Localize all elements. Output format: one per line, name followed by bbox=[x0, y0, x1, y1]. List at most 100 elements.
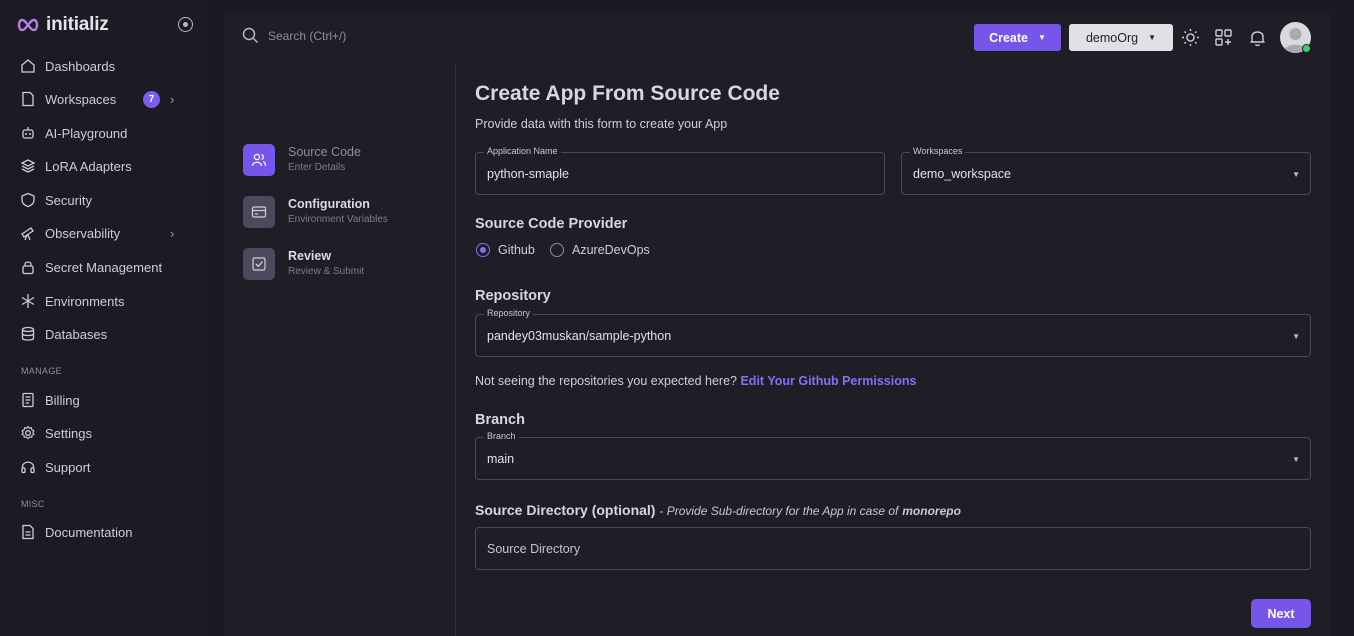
source-directory-input[interactable]: Source Directory bbox=[475, 527, 1311, 570]
file-icon bbox=[22, 91, 34, 107]
document-icon bbox=[22, 524, 34, 540]
chevron-right-icon[interactable]: › bbox=[170, 226, 174, 241]
radio-selected-icon bbox=[476, 243, 490, 257]
field-value: main bbox=[487, 452, 515, 466]
sidebar-item-label: AI-Playground bbox=[45, 125, 128, 141]
sidebar-item-documentation[interactable]: Documentation bbox=[20, 520, 190, 544]
workspaces-count-badge: 7 bbox=[143, 90, 160, 108]
sidebar-collapse-button[interactable] bbox=[178, 17, 193, 32]
users-icon bbox=[243, 144, 275, 176]
sidebar-item-billing[interactable]: Billing bbox=[20, 388, 190, 412]
repository-select[interactable]: Repository pandey03muskan/sample-python … bbox=[475, 308, 1311, 357]
snowflake-icon bbox=[21, 294, 35, 308]
field-value: demo_workspace bbox=[913, 167, 1011, 181]
step-source-code[interactable]: Source Code Enter Details bbox=[243, 144, 361, 176]
online-status-dot bbox=[1302, 44, 1311, 53]
branch-heading: Branch bbox=[475, 412, 525, 428]
robot-icon bbox=[22, 127, 34, 139]
sidebar-item-databases[interactable]: Databases bbox=[20, 322, 190, 346]
sidebar-item-security[interactable]: Security bbox=[20, 188, 190, 212]
sidebar-item-support[interactable]: Support bbox=[20, 455, 190, 479]
topbar: Search (Ctrl+/) Create ▼ demoOrg ▼ bbox=[224, 12, 1330, 64]
workspaces-select[interactable]: Workspaces demo_workspace ▼ bbox=[901, 146, 1311, 195]
step-title: Review bbox=[288, 249, 332, 263]
radio-unselected-icon bbox=[550, 243, 564, 257]
check-square-icon bbox=[243, 248, 275, 280]
search-bar[interactable]: Search (Ctrl+/) bbox=[242, 27, 346, 44]
sidebar-item-lora-adapters[interactable]: LoRA Adapters bbox=[20, 154, 190, 178]
sidebar-section-manage: MANAGE bbox=[21, 366, 62, 376]
provider-heading: Source Code Provider bbox=[475, 216, 628, 232]
sidebar-item-environments[interactable]: Environments bbox=[20, 289, 190, 313]
main-panel: Search (Ctrl+/) Create ▼ demoOrg ▼ Sourc… bbox=[224, 12, 1330, 636]
next-button[interactable]: Next bbox=[1251, 599, 1311, 628]
repository-heading: Repository bbox=[475, 288, 551, 304]
sidebar-item-label: Settings bbox=[45, 425, 92, 441]
field-value: pandey03muskan/sample-python bbox=[487, 329, 672, 343]
sidebar: initializ Dashboards Workspaces 7 › AI-P… bbox=[0, 0, 206, 636]
field-label: Application Name bbox=[484, 146, 561, 156]
source-directory-note: - Provide Sub-directory for the App in c… bbox=[659, 504, 899, 518]
sidebar-item-label: Billing bbox=[45, 392, 80, 408]
source-directory-note-bold: monorepo bbox=[902, 504, 961, 518]
page-subtitle: Provide data with this form to create yo… bbox=[475, 117, 728, 131]
field-placeholder: Source Directory bbox=[487, 542, 581, 556]
receipt-icon bbox=[22, 392, 34, 408]
sidebar-item-workspaces[interactable]: Workspaces 7 › bbox=[20, 87, 190, 111]
sun-icon[interactable] bbox=[1181, 28, 1200, 47]
repo-hint: Not seeing the repositories you expected… bbox=[475, 374, 916, 388]
radio-label: Github bbox=[498, 243, 535, 257]
branch-select[interactable]: Branch main ▼ bbox=[475, 431, 1311, 480]
search-icon bbox=[242, 27, 259, 44]
field-label: Branch bbox=[484, 431, 519, 441]
gear-icon bbox=[21, 425, 35, 440]
step-title: Source Code bbox=[288, 145, 361, 159]
sidebar-item-ai-playground[interactable]: AI-Playground bbox=[20, 121, 190, 145]
sidebar-item-label: Workspaces bbox=[45, 91, 117, 107]
caret-down-icon: ▼ bbox=[1292, 170, 1300, 179]
step-configuration[interactable]: Configuration Environment Variables bbox=[243, 196, 388, 228]
radio-azuredevops[interactable]: AzureDevOps bbox=[550, 243, 650, 257]
step-subtitle: Environment Variables bbox=[288, 214, 388, 225]
home-icon bbox=[21, 59, 35, 73]
caret-down-icon: ▼ bbox=[1292, 455, 1300, 464]
sidebar-item-label: Security bbox=[45, 192, 92, 208]
step-review[interactable]: Review Review & Submit bbox=[243, 248, 364, 280]
sidebar-item-secret-management[interactable]: Secret Management bbox=[20, 255, 190, 279]
sidebar-item-label: Support bbox=[45, 459, 91, 475]
edit-github-permissions-link[interactable]: Edit Your Github Permissions bbox=[740, 374, 916, 388]
create-app-form: Create App From Source Code Provide data… bbox=[475, 82, 1311, 628]
caret-down-icon: ▼ bbox=[1038, 33, 1046, 42]
org-selector[interactable]: demoOrg ▼ bbox=[1069, 24, 1173, 51]
telescope-icon bbox=[21, 227, 34, 241]
sidebar-item-label: Dashboards bbox=[45, 58, 116, 74]
field-value: python-smaple bbox=[487, 167, 569, 181]
step-subtitle: Review & Submit bbox=[288, 266, 365, 277]
step-subtitle: Enter Details bbox=[288, 162, 346, 173]
field-label: Repository bbox=[484, 308, 534, 318]
headset-icon bbox=[21, 461, 35, 474]
search-placeholder: Search (Ctrl+/) bbox=[268, 28, 347, 43]
sidebar-item-settings[interactable]: Settings bbox=[20, 421, 190, 445]
database-icon bbox=[21, 326, 35, 341]
radio-github[interactable]: Github bbox=[476, 243, 535, 257]
step-title: Configuration bbox=[288, 197, 370, 211]
app-name: initializ bbox=[46, 14, 109, 35]
radio-label: AzureDevOps bbox=[572, 243, 650, 257]
apps-grid-icon[interactable] bbox=[1214, 28, 1233, 47]
logo[interactable]: initializ bbox=[16, 14, 109, 36]
sidebar-item-label: Secret Management bbox=[45, 259, 163, 275]
sidebar-item-dashboards[interactable]: Dashboards bbox=[20, 54, 190, 78]
infinity-logo-icon bbox=[17, 18, 39, 32]
application-name-field[interactable]: Application Name python-smaple bbox=[475, 146, 885, 195]
create-button[interactable]: Create ▼ bbox=[974, 24, 1061, 51]
layers-icon bbox=[20, 159, 36, 173]
sidebar-item-observability[interactable]: Observability › bbox=[20, 221, 190, 245]
bell-icon[interactable] bbox=[1248, 28, 1267, 47]
sidebar-section-misc: MISC bbox=[21, 499, 45, 509]
chevron-right-icon[interactable]: › bbox=[170, 92, 174, 107]
field-label: Workspaces bbox=[910, 146, 966, 156]
sidebar-item-label: LoRA Adapters bbox=[45, 158, 132, 174]
stepper-divider bbox=[455, 64, 456, 636]
repo-hint-text: Not seeing the repositories you expected… bbox=[475, 374, 737, 388]
